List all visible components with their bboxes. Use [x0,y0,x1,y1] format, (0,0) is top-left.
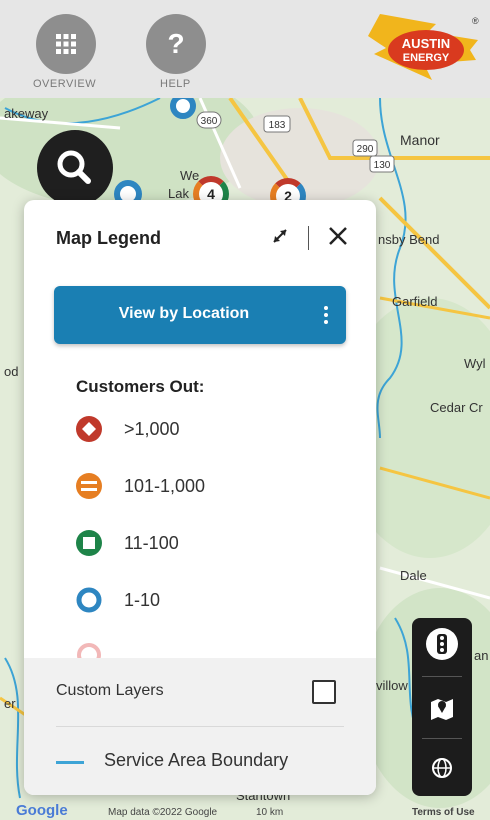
service-boundary-label: Service Area Boundary [104,750,289,770]
help-label: HELP [160,78,191,90]
place-label: Manor [400,132,440,148]
logo-text-austin: AUSTIN [402,36,450,51]
place-label: We [180,168,200,183]
place-label: Garfield [392,294,438,309]
equals-icon [76,473,102,499]
search-button[interactable] [37,130,113,206]
legend-label: 101-1,000 [124,476,206,496]
overview-button[interactable] [36,14,96,74]
logo-registered: ® [472,16,479,26]
place-label: villow [376,678,408,693]
grid-icon [56,34,76,54]
road-360: 360 [201,116,218,127]
map-data-attribution: Map data ©2022 Google [108,807,218,818]
place-label: od [4,364,19,379]
search-icon [57,150,91,184]
diamond-icon [76,416,102,442]
map-scale: 10 km [256,807,284,818]
map-tools [412,618,472,796]
traffic-light-button[interactable] [424,626,460,662]
road-130: 130 [374,160,391,171]
legend-label: >1,000 [124,419,180,439]
map-layers-button[interactable] [424,690,460,726]
tool-divider [422,676,462,677]
map-legend-panel: Map Legend View by Location Customers Ou… [24,200,376,795]
header-divider [308,226,309,250]
place-label: Cedar Cr [430,400,483,415]
road-183: 183 [269,120,286,131]
place-label: Wyl [464,356,486,371]
legend-item: 101-1,000 [74,471,334,501]
place-label: akeway [4,106,49,121]
place-label: an [474,648,489,663]
custom-layers-checkbox[interactable] [312,680,336,704]
logo-text-energy: ENERGY [403,52,450,64]
terms-of-use-link[interactable]: Terms of Use [412,807,475,818]
tool-divider [422,738,462,739]
custom-layers-label: Custom Layers [56,682,164,699]
top-bar: OVERVIEW ? HELP AUSTIN ENERGY ® [0,0,490,98]
faded-legend-icon [77,643,101,658]
legend-label: 1-10 [124,590,161,610]
place-label: Lak [168,186,189,201]
austin-energy-logo: AUSTIN ENERGY ® [368,14,479,80]
google-logo: Google [16,802,68,819]
globe-button[interactable] [424,750,460,786]
help-question-icon: ? [167,28,185,59]
ring-icon [76,587,102,613]
road-290: 290 [357,144,374,155]
legend-item: >1,000 [74,414,334,444]
view-by-location-button[interactable]: View by Location [54,286,346,344]
more-options-icon[interactable] [322,304,330,326]
customers-out-heading: Customers Out: [76,377,205,396]
help-button[interactable]: ? [146,14,206,74]
custom-layers-section: Custom Layers Service Area Boundary [24,658,376,795]
view-by-location-label: View by Location [118,305,250,322]
outage-marker-small[interactable] [170,98,196,119]
place-label: Dale [400,568,427,583]
service-boundary-swatch [56,761,84,764]
place-label: er [4,696,16,711]
legend-item: 1-10 [74,585,334,615]
legend-title: Map Legend [56,228,162,248]
close-icon[interactable] [324,222,352,250]
map-footer: Google Map data ©2022 Google 10 km Terms… [0,802,490,820]
legend-item: 11-100 [74,528,334,558]
legend-label: 11-100 [124,533,179,553]
overview-label: OVERVIEW [33,78,97,90]
expand-icon[interactable] [268,224,292,248]
square-icon [76,530,102,556]
divider [56,726,344,727]
place-label: nsby Bend [378,232,440,247]
